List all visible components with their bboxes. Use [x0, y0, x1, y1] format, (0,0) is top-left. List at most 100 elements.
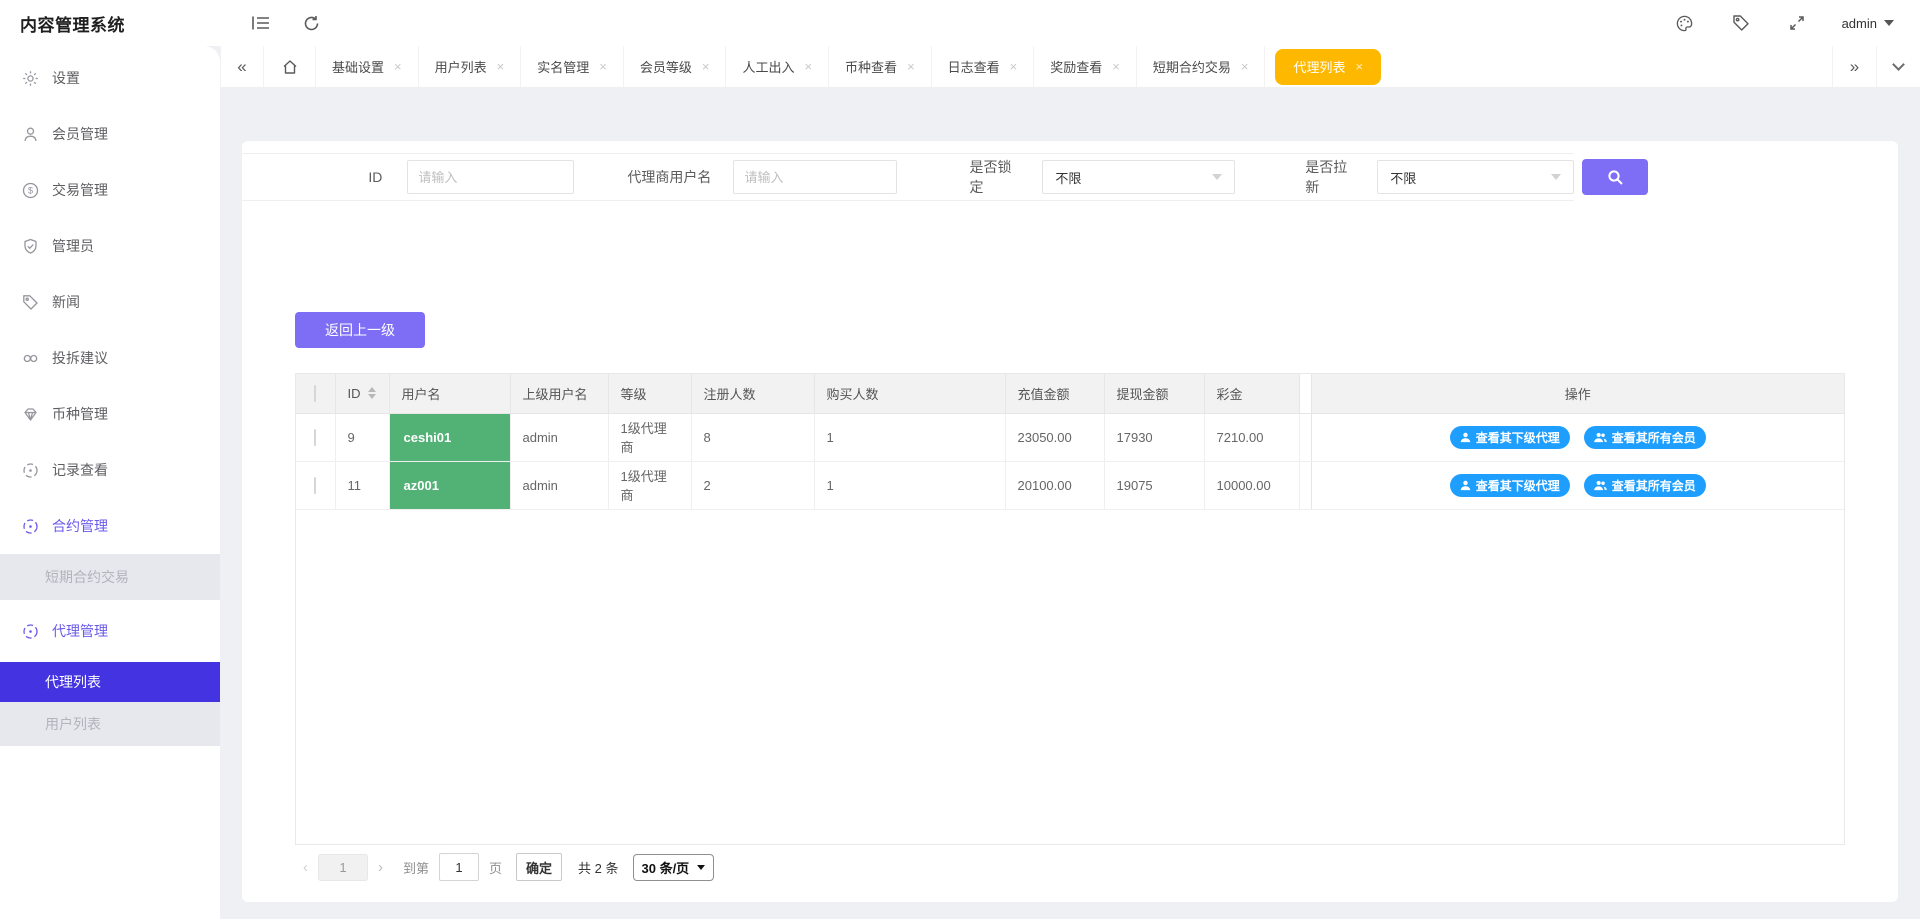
- tab-basic-settings[interactable]: 基础设置×: [316, 46, 419, 87]
- view-all-members-button[interactable]: 查看其所有会员: [1584, 474, 1706, 497]
- sidebar-item-label: 币种管理: [52, 404, 108, 424]
- col-header-bonus: 彩金: [1204, 374, 1299, 413]
- tab-manual-io[interactable]: 人工出入×: [726, 46, 829, 87]
- sidebar-item-members[interactable]: 会员管理: [0, 106, 220, 162]
- tab-close-icon[interactable]: ×: [804, 59, 812, 74]
- tab-close-icon[interactable]: ×: [1241, 59, 1249, 74]
- tab-close-icon[interactable]: ×: [907, 59, 915, 74]
- tabs-menu-icon[interactable]: [1876, 46, 1920, 87]
- sidebar-item-label: 会员管理: [52, 124, 108, 144]
- search-button[interactable]: [1582, 159, 1648, 195]
- tab-close-icon[interactable]: ×: [702, 59, 710, 74]
- current-page[interactable]: 1: [318, 854, 368, 881]
- sidebar-item-label: 设置: [52, 68, 80, 88]
- row-checkbox[interactable]: [314, 477, 316, 494]
- page-size-select[interactable]: 30 条/页: [633, 854, 715, 881]
- user-menu[interactable]: admin: [1842, 16, 1894, 31]
- cell-buyers: 1: [814, 413, 1005, 461]
- select-caret-icon: [1551, 174, 1561, 180]
- table-row: 9 ceshi01 admin 1级代理商 8 1 23050.00 17930…: [296, 413, 1844, 461]
- sidebar-subitem-agent-list[interactable]: 代理列表: [0, 662, 220, 702]
- pagination: ‹ 1 › 到第 页 确定 共 2 条 30 条/页: [295, 851, 714, 883]
- sort-id-icon[interactable]: [368, 387, 376, 399]
- sidebar-item-records[interactable]: 记录查看: [0, 442, 220, 498]
- next-page-icon[interactable]: ›: [370, 859, 391, 876]
- view-sub-agents-button[interactable]: 查看其下级代理: [1450, 426, 1570, 449]
- sidebar-item-admins[interactable]: 管理员: [0, 218, 220, 274]
- tab-close-icon[interactable]: ×: [1010, 59, 1018, 74]
- fullscreen-icon[interactable]: [1786, 12, 1808, 34]
- sidebar-item-label: 代理管理: [52, 621, 108, 641]
- sidebar-item-contracts[interactable]: 合约管理: [0, 498, 220, 554]
- agents-table: ID 用户名 上级用户名 等级 注册人数 购买人数 充值金额 提现金额 彩金 操…: [295, 373, 1845, 845]
- tab-close-icon[interactable]: ×: [497, 59, 505, 74]
- filter-row: ID 代理商用户名 是否锁定 不限 是否拉新 不限: [242, 153, 1574, 201]
- col-header-recharge: 充值金额: [1005, 374, 1104, 413]
- row-checkbox[interactable]: [314, 429, 316, 446]
- sidebar-item-currencies[interactable]: 币种管理: [0, 386, 220, 442]
- cell-level: 1级代理商: [608, 461, 691, 509]
- cell-parent: admin: [510, 461, 608, 509]
- cell-id: 11: [335, 461, 389, 509]
- tab-log-view[interactable]: 日志查看×: [932, 46, 1035, 87]
- sidebar-item-news[interactable]: 新闻: [0, 274, 220, 330]
- goto-page-label: 到第: [403, 858, 429, 877]
- tab-close-icon[interactable]: ×: [1112, 59, 1120, 74]
- person-icon: [1460, 480, 1471, 491]
- sidebar-item-agents[interactable]: 代理管理: [0, 600, 220, 662]
- home-icon: [282, 59, 298, 75]
- col-header-parent: 上级用户名: [510, 374, 608, 413]
- sidebar-item-label: 管理员: [52, 236, 94, 256]
- goto-confirm-button[interactable]: 确定: [516, 853, 562, 881]
- people-icon: [1594, 432, 1607, 443]
- cell-username: ceshi01: [390, 414, 510, 461]
- col-header-username: 用户名: [389, 374, 510, 413]
- lock-filter-select[interactable]: 不限: [1042, 160, 1235, 194]
- pull-filter-select[interactable]: 不限: [1377, 160, 1574, 194]
- tab-close-icon[interactable]: ×: [1356, 59, 1364, 74]
- agent-username-filter-input[interactable]: [733, 160, 897, 194]
- person-icon: [1460, 432, 1471, 443]
- people-icon: [1594, 480, 1607, 491]
- tab-member-level[interactable]: 会员等级×: [624, 46, 727, 87]
- back-to-parent-button[interactable]: 返回上一级: [295, 312, 425, 348]
- refresh-icon[interactable]: [300, 12, 322, 34]
- sidebar-subitem-label: 短期合约交易: [45, 567, 129, 587]
- tab-close-icon[interactable]: ×: [599, 59, 607, 74]
- select-caret-icon: [1212, 174, 1222, 180]
- home-tab[interactable]: [264, 46, 316, 87]
- sidebar-item-settings[interactable]: 设置: [0, 50, 220, 106]
- tab-real-name[interactable]: 实名管理×: [521, 46, 624, 87]
- sidebar-item-transactions[interactable]: $ 交易管理: [0, 162, 220, 218]
- tab-short-term-contracts[interactable]: 短期合约交易×: [1137, 46, 1266, 87]
- sidebar-item-label: 投拆建议: [52, 348, 108, 368]
- sidebar-subitem-short-term-contracts[interactable]: 短期合约交易: [0, 554, 220, 600]
- tab-user-list[interactable]: 用户列表×: [419, 46, 522, 87]
- top-header: 内容管理系统 admin: [0, 0, 1920, 46]
- tabs-scroll-right-icon[interactable]: »: [1832, 46, 1876, 87]
- cell-id: 9: [335, 413, 389, 461]
- tabs-scroll-left-icon[interactable]: «: [220, 46, 264, 87]
- palette-icon[interactable]: [1674, 12, 1696, 34]
- goto-page-input[interactable]: [439, 853, 479, 881]
- view-all-members-button[interactable]: 查看其所有会员: [1584, 426, 1706, 449]
- sidebar-item-feedback[interactable]: 投拆建议: [0, 330, 220, 386]
- sidebar-item-label: 新闻: [52, 292, 80, 312]
- tag-icon[interactable]: [1730, 12, 1752, 34]
- user-name: admin: [1842, 16, 1877, 31]
- tab-close-icon[interactable]: ×: [394, 59, 402, 74]
- select-all-checkbox[interactable]: [314, 385, 316, 402]
- tab-reward-view[interactable]: 奖励查看×: [1034, 46, 1137, 87]
- sidebar-subitem-user-list[interactable]: 用户列表: [0, 702, 220, 746]
- prev-page-icon[interactable]: ‹: [295, 859, 316, 876]
- collapse-menu-icon[interactable]: [250, 12, 272, 34]
- id-filter-input[interactable]: [407, 160, 574, 194]
- cell-withdraw: 19075: [1104, 461, 1204, 509]
- tab-currency-view[interactable]: 币种查看×: [829, 46, 932, 87]
- col-header-buyers: 购买人数: [814, 374, 1005, 413]
- content-card: ID 代理商用户名 是否锁定 不限 是否拉新 不限 返回上一级 ID: [242, 141, 1898, 902]
- view-sub-agents-button[interactable]: 查看其下级代理: [1450, 474, 1570, 497]
- cell-registered: 8: [691, 413, 814, 461]
- col-header-registered: 注册人数: [691, 374, 814, 413]
- tab-agent-list-active[interactable]: 代理列表×: [1275, 49, 1381, 85]
